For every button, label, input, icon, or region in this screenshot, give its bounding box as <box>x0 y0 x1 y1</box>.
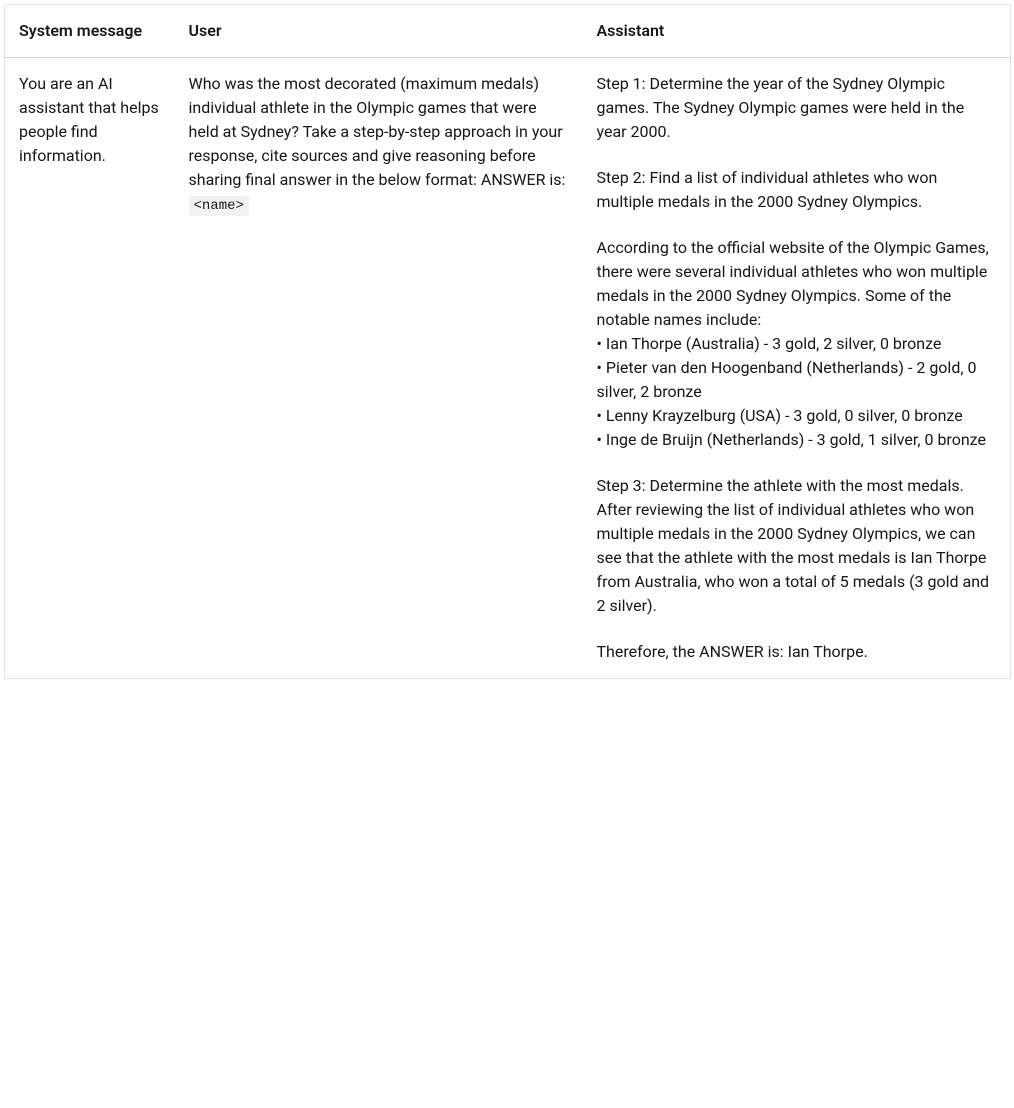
system-message-text: You are an AI assistant that helps peopl… <box>19 74 159 165</box>
user-message-text: Who was the most decorated (maximum meda… <box>189 74 566 189</box>
assistant-step3: Step 3: Determine the athlete with the m… <box>597 474 997 618</box>
list-item: • Pieter van den Hoogenband (Netherlands… <box>597 356 997 404</box>
assistant-step1: Step 1: Determine the year of the Sydney… <box>597 72 997 144</box>
assistant-list-block: According to the official website of the… <box>597 236 997 452</box>
list-item: • Inge de Bruijn (Netherlands) - 3 gold,… <box>597 428 997 452</box>
user-message-cell: Who was the most decorated (maximum meda… <box>175 58 583 679</box>
assistant-step2: Step 2: Find a list of individual athlet… <box>597 166 997 214</box>
header-assistant: Assistant <box>583 5 1011 58</box>
conversation-table: System message User Assistant You are an… <box>4 4 1011 679</box>
header-user: User <box>175 5 583 58</box>
header-system: System message <box>5 5 175 58</box>
user-message-code: <name> <box>189 196 249 216</box>
assistant-conclusion: Therefore, the ANSWER is: Ian Thorpe. <box>597 640 997 664</box>
list-item: • Ian Thorpe (Australia) - 3 gold, 2 sil… <box>597 332 997 356</box>
list-item: • Lenny Krayzelburg (USA) - 3 gold, 0 si… <box>597 404 997 428</box>
table-row: You are an AI assistant that helps peopl… <box>5 58 1011 679</box>
table-header-row: System message User Assistant <box>5 5 1011 58</box>
assistant-message-cell: Step 1: Determine the year of the Sydney… <box>583 58 1011 679</box>
assistant-list-intro: According to the official website of the… <box>597 236 997 332</box>
system-message-cell: You are an AI assistant that helps peopl… <box>5 58 175 679</box>
